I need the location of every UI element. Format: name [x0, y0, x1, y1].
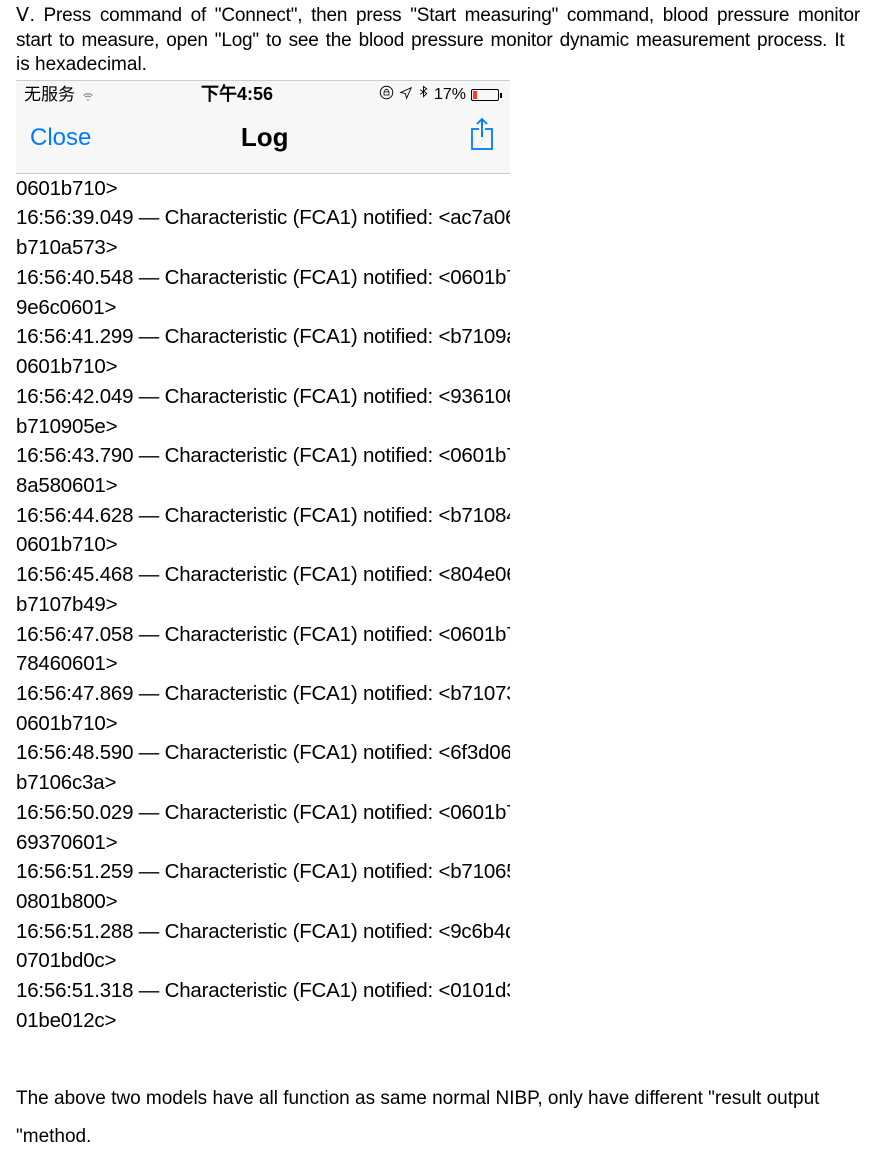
log-line: 16:56:51.259 — Characteristic (FCA1) not…	[16, 857, 510, 887]
navigation-bar: Close Log	[16, 107, 510, 174]
log-line: 16:56:50.029 — Characteristic (FCA1) not…	[16, 798, 510, 828]
log-line: 16:56:47.869 — Characteristic (FCA1) not…	[16, 679, 510, 709]
status-right: 17%	[379, 84, 502, 106]
log-line: 16:56:40.548 — Characteristic (FCA1) not…	[16, 263, 510, 293]
log-line: 0601b710>	[16, 174, 510, 204]
wifi-icon	[81, 84, 95, 106]
no-service-text: 无服务	[24, 84, 75, 106]
log-line: 0801b800>	[16, 887, 510, 917]
log-line: 16:56:39.049 — Characteristic (FCA1) not…	[16, 203, 510, 233]
log-line: 16:56:51.318 — Characteristic (FCA1) not…	[16, 976, 510, 1006]
phone-screenshot: 无服务 下午4:56 17% Close Log	[16, 80, 510, 1036]
log-line: b710a573>	[16, 233, 510, 263]
document-text-top: Ⅴ. Press command of "Connect", then pres…	[0, 0, 876, 78]
log-line: 9e6c0601>	[16, 293, 510, 323]
log-line: 16:56:43.790 — Characteristic (FCA1) not…	[16, 441, 510, 471]
log-line: 16:56:42.049 — Characteristic (FCA1) not…	[16, 382, 510, 412]
log-line: 16:56:44.628 — Characteristic (FCA1) not…	[16, 501, 510, 531]
status-bar: 无服务 下午4:56 17%	[16, 81, 510, 107]
log-line: 0601b710>	[16, 709, 510, 739]
close-button[interactable]: Close	[30, 122, 91, 153]
log-line: 16:56:45.468 — Characteristic (FCA1) not…	[16, 560, 510, 590]
log-line: 01be012c>	[16, 1006, 510, 1036]
share-icon	[468, 117, 496, 151]
log-line: b710905e>	[16, 412, 510, 442]
bluetooth-icon	[418, 84, 429, 106]
battery-icon	[471, 89, 502, 101]
log-line: 16:56:41.299 — Characteristic (FCA1) not…	[16, 322, 510, 352]
log-line: b7107b49>	[16, 590, 510, 620]
instruction-paragraph: Ⅴ. Press command of "Connect", then pres…	[16, 4, 860, 53]
log-line: 16:56:51.288 — Characteristic (FCA1) not…	[16, 917, 510, 947]
log-content[interactable]: 0601b710>16:56:39.049 — Characteristic (…	[16, 174, 510, 1036]
status-left: 无服务	[24, 84, 95, 106]
log-line: 0601b710>	[16, 352, 510, 382]
footer-text: The above two models have all function a…	[0, 1080, 876, 1156]
log-line: 0601b710>	[16, 530, 510, 560]
battery-percentage: 17%	[434, 85, 466, 106]
instruction-text-1: . Press command of "Connect", then press…	[16, 5, 860, 51]
status-time: 下午4:56	[201, 83, 273, 106]
log-title: Log	[241, 121, 289, 155]
log-line: 0701bd0c>	[16, 946, 510, 976]
share-button[interactable]	[468, 117, 496, 159]
log-line: 78460601>	[16, 649, 510, 679]
log-line: 16:56:48.590 — Characteristic (FCA1) not…	[16, 738, 510, 768]
instruction-text-2: is hexadecimal.	[16, 53, 860, 78]
location-icon	[399, 84, 413, 106]
orientation-lock-icon	[379, 84, 394, 106]
log-line: 8a580601>	[16, 471, 510, 501]
log-line: 69370601>	[16, 828, 510, 858]
log-line: 16:56:47.058 — Characteristic (FCA1) not…	[16, 620, 510, 650]
log-line: b7106c3a>	[16, 768, 510, 798]
roman-numeral: Ⅴ	[16, 5, 30, 26]
